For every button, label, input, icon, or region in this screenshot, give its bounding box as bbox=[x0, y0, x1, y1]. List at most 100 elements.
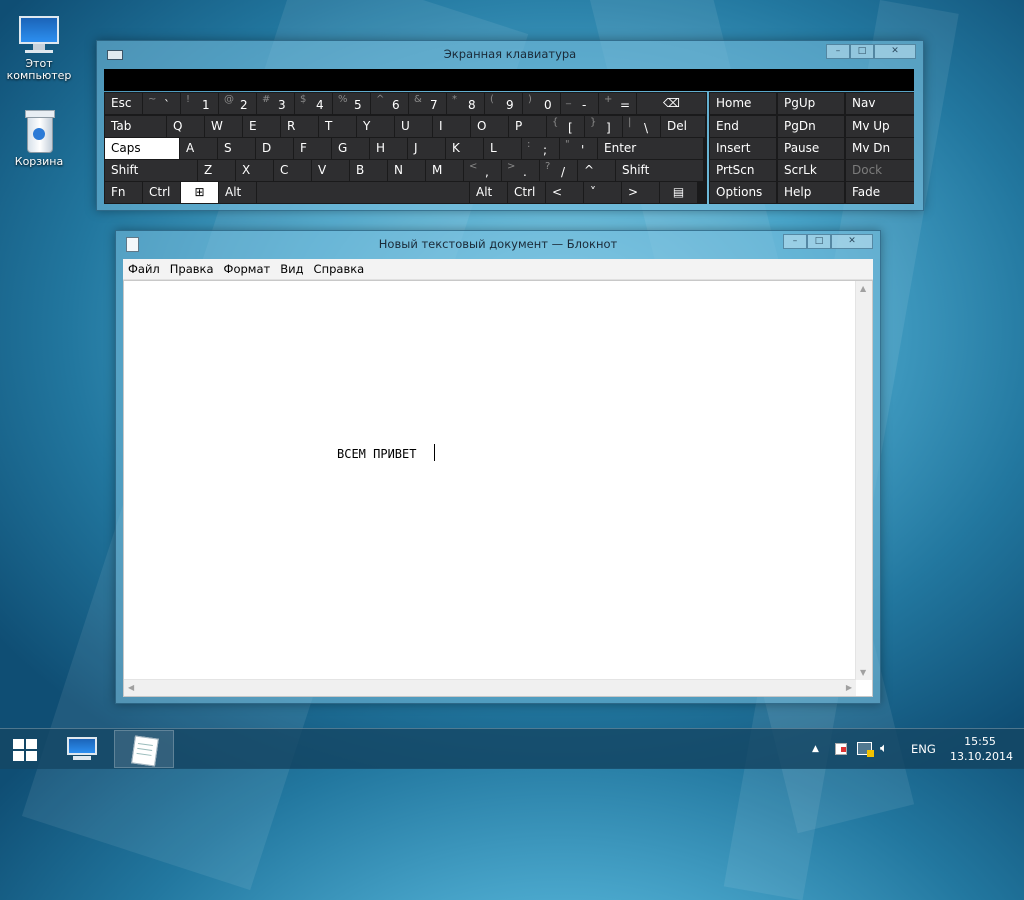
menu-edit[interactable]: Правка bbox=[165, 259, 219, 279]
key-shift[interactable]: Shift bbox=[616, 160, 703, 181]
key-symbol[interactable]: :; bbox=[522, 138, 559, 159]
key-9[interactable]: (9 bbox=[485, 93, 522, 114]
key-b[interactable]: B bbox=[350, 160, 387, 181]
start-button[interactable] bbox=[0, 730, 50, 768]
horizontal-scrollbar[interactable]: ◀ ▶ bbox=[124, 679, 856, 696]
key-symbol[interactable]: <, bbox=[464, 160, 501, 181]
key-j[interactable]: J bbox=[408, 138, 445, 159]
scroll-up-arrow-icon[interactable]: ▲ bbox=[860, 284, 866, 293]
menu-format[interactable]: Формат bbox=[219, 259, 276, 279]
key-pgdn[interactable]: PgDn bbox=[778, 116, 844, 137]
key-r[interactable]: R bbox=[281, 116, 318, 137]
key-g[interactable]: G bbox=[332, 138, 369, 159]
key-scrlk[interactable]: ScrLk bbox=[778, 160, 844, 181]
key-5[interactable]: % 5 bbox=[333, 93, 370, 114]
key-symbol[interactable]: ˅ bbox=[584, 182, 621, 203]
vertical-scrollbar[interactable]: ▲ ▼ bbox=[855, 281, 872, 680]
desktop-icon-recycle-bin[interactable]: Корзина bbox=[1, 110, 77, 168]
close-button[interactable]: ✕ bbox=[831, 234, 873, 249]
key-m[interactable]: M bbox=[426, 160, 463, 181]
key-del[interactable]: Del bbox=[661, 116, 705, 137]
key-s[interactable]: S bbox=[218, 138, 255, 159]
key-nav[interactable]: Nav bbox=[846, 93, 914, 114]
key-8[interactable]: * 8 bbox=[447, 93, 484, 114]
key-2[interactable]: @2 bbox=[219, 93, 256, 114]
key-7[interactable]: & 7 bbox=[409, 93, 446, 114]
key-caps[interactable]: Caps bbox=[105, 138, 179, 159]
key-options[interactable]: Options bbox=[710, 182, 776, 203]
key-alt[interactable]: Alt bbox=[470, 182, 507, 203]
key-symbol[interactable]: ~ ` bbox=[143, 93, 180, 114]
key-help[interactable]: Help bbox=[778, 182, 844, 203]
key-z[interactable]: Z bbox=[198, 160, 235, 181]
scroll-right-arrow-icon[interactable]: ▶ bbox=[846, 683, 852, 692]
key-home[interactable]: Home bbox=[710, 93, 776, 114]
key-a[interactable]: A bbox=[180, 138, 217, 159]
minimize-button[interactable]: – bbox=[826, 44, 850, 59]
key-symbol[interactable]: " ' bbox=[560, 138, 597, 159]
key-k[interactable]: K bbox=[446, 138, 483, 159]
key-6[interactable]: ^ 6 bbox=[371, 93, 408, 114]
action-center-flag-icon[interactable] bbox=[835, 743, 847, 755]
key-space[interactable] bbox=[257, 182, 469, 203]
backspace[interactable]: ⌫ bbox=[637, 93, 706, 114]
key-ctrl[interactable]: Ctrl bbox=[508, 182, 545, 203]
scroll-left-arrow-icon[interactable]: ◀ bbox=[128, 683, 134, 692]
key-x[interactable]: X bbox=[236, 160, 273, 181]
maximize-button[interactable]: □ bbox=[807, 234, 831, 249]
explorer-button[interactable] bbox=[52, 730, 112, 768]
key-d[interactable]: D bbox=[256, 138, 293, 159]
key-4[interactable]: $4 bbox=[295, 93, 332, 114]
key-symbol[interactable]: ? / bbox=[540, 160, 577, 181]
key-u[interactable]: U bbox=[395, 116, 432, 137]
notepad-button[interactable] bbox=[114, 730, 174, 768]
key-tab[interactable]: Tab bbox=[105, 116, 166, 137]
key-insert[interactable]: Insert bbox=[710, 138, 776, 159]
menu-help[interactable]: Справка bbox=[309, 259, 370, 279]
key-ctrl[interactable]: Ctrl bbox=[143, 182, 180, 203]
text-editor-area[interactable]: ВСЕМ ПРИВЕТ ▲ ▼ ◀ ▶ bbox=[123, 280, 873, 697]
windows-key[interactable]: ⊞ bbox=[181, 182, 218, 203]
key-pause[interactable]: Pause bbox=[778, 138, 844, 159]
key-c[interactable]: C bbox=[274, 160, 311, 181]
key-symbol[interactable]: + = bbox=[599, 93, 636, 114]
key-w[interactable]: W bbox=[205, 116, 242, 137]
key-symbol[interactable]: >. bbox=[502, 160, 539, 181]
maximize-button[interactable]: □ bbox=[850, 44, 874, 59]
network-icon[interactable] bbox=[857, 742, 874, 757]
key-shift[interactable]: Shift bbox=[105, 160, 197, 181]
key-dock[interactable]: Dock bbox=[846, 160, 914, 181]
key-q[interactable]: Q bbox=[167, 116, 204, 137]
key-1[interactable]: ! 1 bbox=[181, 93, 218, 114]
key-symbol[interactable]: {[ bbox=[547, 116, 584, 137]
key-l[interactable]: L bbox=[484, 138, 521, 159]
key-o[interactable]: O bbox=[471, 116, 508, 137]
key-fn[interactable]: Fn bbox=[105, 182, 142, 203]
key-symbol[interactable]: < bbox=[546, 182, 583, 203]
key-symbol[interactable]: ^ bbox=[578, 160, 615, 181]
menu-view[interactable]: Вид bbox=[275, 259, 308, 279]
key-v[interactable]: V bbox=[312, 160, 349, 181]
minimize-button[interactable]: – bbox=[783, 234, 807, 249]
clock[interactable]: 15:55 13.10.2014 bbox=[950, 734, 1013, 764]
key-f[interactable]: F bbox=[294, 138, 331, 159]
key-mv-up[interactable]: Mv Up bbox=[846, 116, 914, 137]
key-p[interactable]: P bbox=[509, 116, 546, 137]
key-backslash[interactable]: | \ bbox=[623, 116, 660, 137]
key-pgup[interactable]: PgUp bbox=[778, 93, 844, 114]
key-h[interactable]: H bbox=[370, 138, 407, 159]
language-indicator[interactable]: ENG bbox=[911, 729, 936, 769]
key-mv-dn[interactable]: Mv Dn bbox=[846, 138, 914, 159]
key-0[interactable]: ) 0 bbox=[523, 93, 560, 114]
key-symbol[interactable]: _ - bbox=[561, 93, 598, 114]
desktop-icon-this-pc[interactable]: Этот компьютер bbox=[1, 16, 77, 82]
key-end[interactable]: End bbox=[710, 116, 776, 137]
key-symbol[interactable]: }] bbox=[585, 116, 622, 137]
context-menu-key[interactable]: ▤ bbox=[660, 182, 697, 203]
key-esc[interactable]: Esc bbox=[105, 93, 142, 114]
key-alt[interactable]: Alt bbox=[219, 182, 256, 203]
key-enter[interactable]: Enter bbox=[598, 138, 703, 159]
key-prtscn[interactable]: PrtScn bbox=[710, 160, 776, 181]
key-t[interactable]: T bbox=[319, 116, 356, 137]
volume-icon[interactable]: 🔈︎ bbox=[880, 729, 888, 769]
